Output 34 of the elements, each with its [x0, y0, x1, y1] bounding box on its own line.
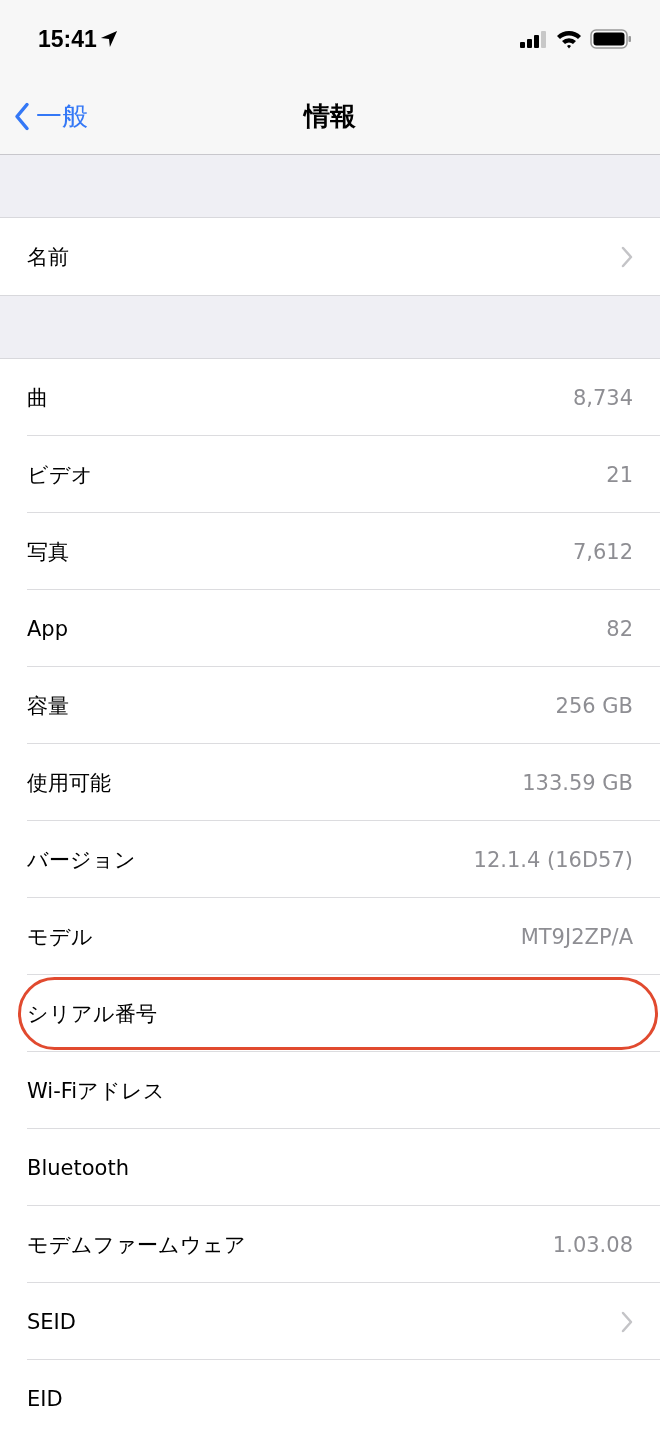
row-label: モデル — [27, 923, 93, 951]
row-value: 7,612 — [572, 539, 633, 564]
back-button[interactable]: 一般 — [14, 98, 88, 134]
chevron-icon — [621, 245, 633, 268]
wifi-icon — [556, 29, 582, 49]
row-value: 21 — [606, 462, 633, 487]
status-time: 15:41 — [38, 25, 97, 53]
row-label: 写真 — [27, 538, 69, 566]
row-value: 82 — [606, 616, 633, 641]
chevron-icon — [621, 1310, 633, 1333]
row-value: MT9J2ZP/A — [520, 924, 633, 949]
nav-title: 情報 — [304, 99, 356, 133]
row-label: EID — [27, 1386, 63, 1411]
row-value: 1.03.08 — [552, 1232, 633, 1257]
row-label: 曲 — [27, 384, 48, 412]
row-label: モデムファームウェア — [27, 1231, 246, 1259]
row-label: 使用可能 — [27, 769, 111, 797]
row-label: SEID — [27, 1309, 76, 1334]
row-value: 133.59 GB — [522, 770, 633, 795]
row-value: 12.1.4 (16D57) — [473, 847, 633, 872]
battery-icon — [590, 29, 632, 49]
location-arrow-icon — [99, 30, 118, 48]
row-value: 8,734 — [572, 385, 633, 410]
row-label: App — [27, 616, 69, 641]
row-label: シリアル番号 — [27, 1000, 157, 1028]
row-label: 名前 — [27, 243, 69, 271]
row-label: ビデオ — [27, 461, 93, 489]
row-label: Wi-Fiアドレス — [27, 1077, 166, 1105]
row-label: Bluetooth — [27, 1155, 129, 1180]
row-value: 256 GB — [555, 693, 633, 718]
signal-icon — [520, 30, 548, 48]
row-label: 容量 — [27, 692, 69, 720]
back-chevron-icon — [14, 102, 30, 130]
row-label: バージョン — [27, 846, 136, 874]
